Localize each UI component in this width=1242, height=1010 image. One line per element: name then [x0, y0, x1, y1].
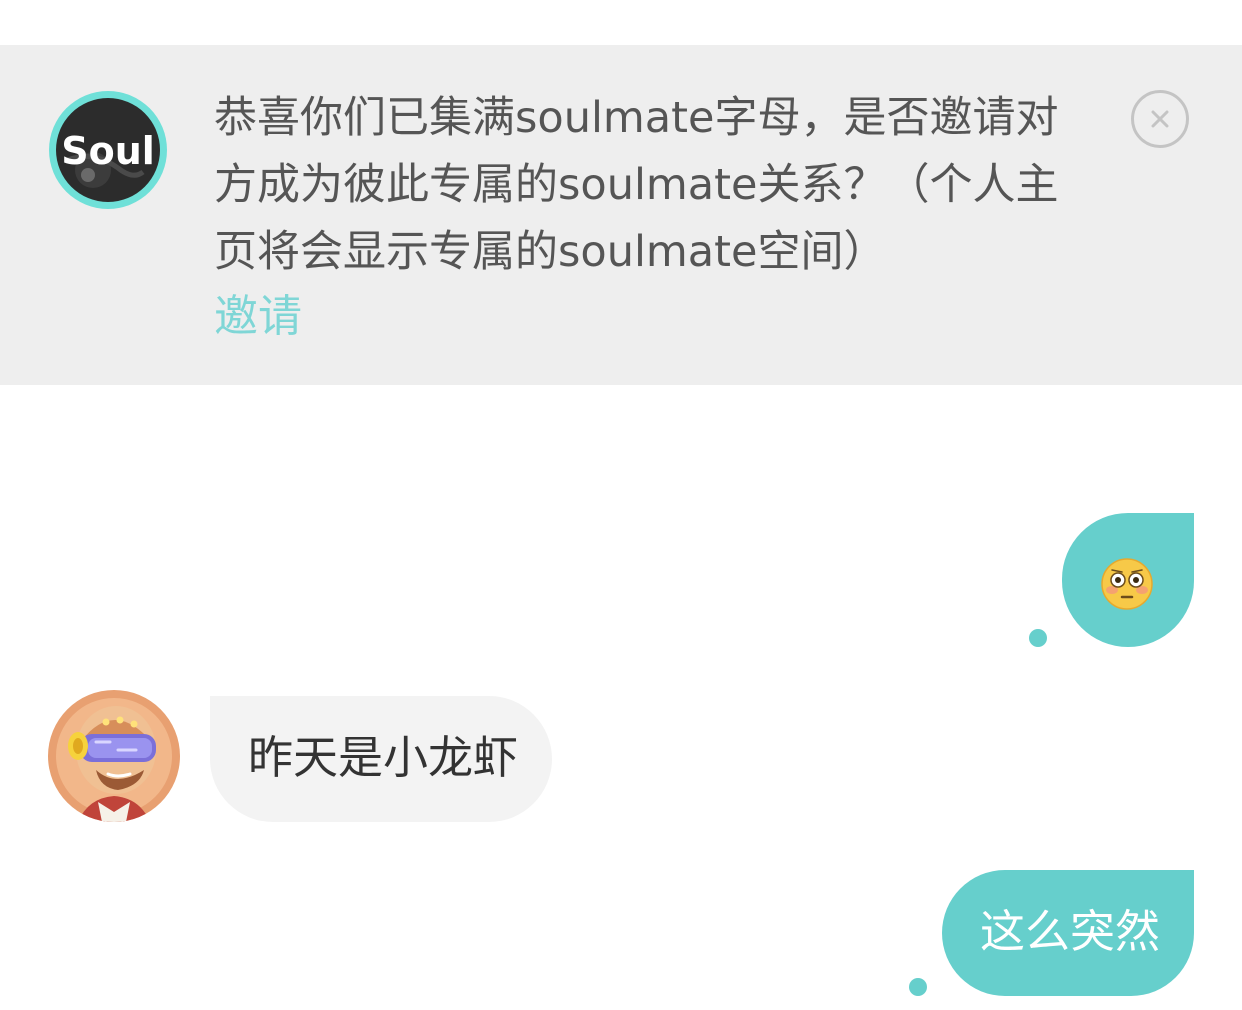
soul-logo: Soul [49, 91, 167, 209]
chat-page: Soul 恭喜你们已集满soulmate字母，是否邀请对方成为彼此专属的soul… [0, 0, 1242, 1010]
soul-logo-text: Soul [61, 129, 155, 173]
notice-message: 恭喜你们已集满soulmate字母，是否邀请对方成为彼此专属的soulmate关… [214, 93, 1059, 277]
incoming-message-text: 昨天是小龙虾 [248, 731, 519, 784]
message-status-dot [909, 978, 927, 996]
message-status-dot [1029, 629, 1047, 647]
incoming-message-bubble[interactable]: 昨天是小龙虾 [210, 696, 552, 822]
avatar[interactable] [48, 690, 180, 822]
outgoing-message-bubble[interactable]: 这么突然 [942, 870, 1194, 996]
outgoing-message-text: 这么突然 [980, 905, 1161, 958]
close-notice-button[interactable] [1131, 90, 1189, 148]
flushed-face-emoji-icon [1101, 558, 1153, 610]
close-icon [1151, 110, 1169, 128]
invite-link[interactable]: 邀请 [214, 285, 302, 349]
